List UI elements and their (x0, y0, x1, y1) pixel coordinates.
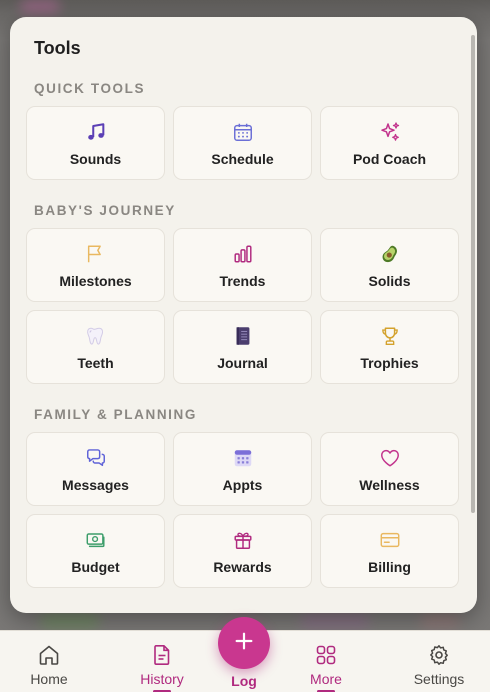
bar-chart-icon (230, 241, 256, 267)
tile-label: Rewards (213, 559, 272, 575)
money-icon (83, 527, 109, 553)
grid-icon (314, 643, 338, 667)
tool-tile-milestones[interactable]: Milestones (26, 228, 165, 302)
tile-label: Wellness (359, 477, 420, 493)
quick-tools-grid: Sounds Schedule Pod Coach (26, 106, 459, 180)
music-note-icon (83, 119, 109, 145)
tool-tile-messages[interactable]: Messages (26, 432, 165, 506)
tile-label: Budget (71, 559, 120, 575)
nav-label-home: Home (30, 671, 68, 687)
section-label-family-planning: FAMILY & PLANNING (34, 407, 197, 422)
tile-label: Sounds (69, 151, 122, 167)
babys-journey-grid: Milestones Trends Solids Teeth Journal T… (26, 228, 459, 384)
nav-label-more: More (310, 671, 342, 687)
nav-item-more[interactable]: More (286, 631, 366, 692)
plus-icon (233, 630, 255, 657)
background-blur-shape (40, 612, 100, 630)
section-label-quick-tools: QUICK TOOLS (34, 81, 146, 96)
nav-label-history: History (140, 671, 184, 687)
nav-item-home[interactable]: Home (9, 631, 89, 692)
background-blur-shape (300, 612, 370, 630)
tile-label: Milestones (59, 273, 132, 289)
tool-tile-journal[interactable]: Journal (173, 310, 312, 384)
flag-icon (83, 241, 109, 267)
calendar-grid-icon (230, 445, 256, 471)
tool-tile-rewards[interactable]: Rewards (173, 514, 312, 588)
tool-tile-solids[interactable]: Solids (320, 228, 459, 302)
tool-tile-trophies[interactable]: Trophies (320, 310, 459, 384)
log-fab-button[interactable] (218, 617, 270, 669)
tool-tile-wellness[interactable]: Wellness (320, 432, 459, 506)
sheet-title: Tools (34, 38, 81, 58)
tools-sheet: Tools QUICK TOOLS Sounds Schedule Pod Co… (10, 17, 477, 613)
tile-label: Solids (368, 273, 411, 289)
credit-card-icon (377, 527, 403, 553)
tile-label: Journal (217, 355, 268, 371)
trophy-icon (377, 323, 403, 349)
tool-tile-appts[interactable]: Appts (173, 432, 312, 506)
avocado-icon (377, 241, 403, 267)
tile-label: Billing (368, 559, 411, 575)
tile-label: Teeth (77, 355, 114, 371)
nav-item-settings[interactable]: Settings (399, 631, 479, 692)
tile-label: Schedule (211, 151, 274, 167)
sparkles-icon (377, 119, 403, 145)
tool-tile-teeth[interactable]: Teeth (26, 310, 165, 384)
tile-label: Trophies (360, 355, 419, 371)
tooth-icon (83, 323, 109, 349)
section-label-babys-journey: BABY'S JOURNEY (34, 203, 176, 218)
calendar-icon (230, 119, 256, 145)
scrollbar[interactable] (471, 35, 475, 513)
nav-item-history[interactable]: History (122, 631, 202, 692)
home-icon (37, 643, 61, 667)
tile-label: Trends (219, 273, 266, 289)
nav-label-log: Log (231, 673, 257, 689)
tile-label: Appts (222, 477, 263, 493)
nav-label-settings: Settings (413, 671, 465, 687)
gear-icon (427, 643, 451, 667)
family-planning-grid: Messages Appts Wellness Budget Rewards B… (26, 432, 459, 588)
background-blur-shape (20, 0, 60, 14)
chat-bubbles-icon (83, 445, 109, 471)
tile-label: Pod Coach (352, 151, 427, 167)
tile-label: Messages (62, 477, 129, 493)
gift-icon (230, 527, 256, 553)
document-icon (150, 643, 174, 667)
tool-tile-sounds[interactable]: Sounds (26, 106, 165, 180)
tool-tile-billing[interactable]: Billing (320, 514, 459, 588)
tool-tile-pod-coach[interactable]: Pod Coach (320, 106, 459, 180)
background-blur-shape (420, 612, 460, 630)
tool-tile-schedule[interactable]: Schedule (173, 106, 312, 180)
tool-tile-trends[interactable]: Trends (173, 228, 312, 302)
tool-tile-budget[interactable]: Budget (26, 514, 165, 588)
heart-icon (377, 445, 403, 471)
notebook-icon (230, 323, 256, 349)
